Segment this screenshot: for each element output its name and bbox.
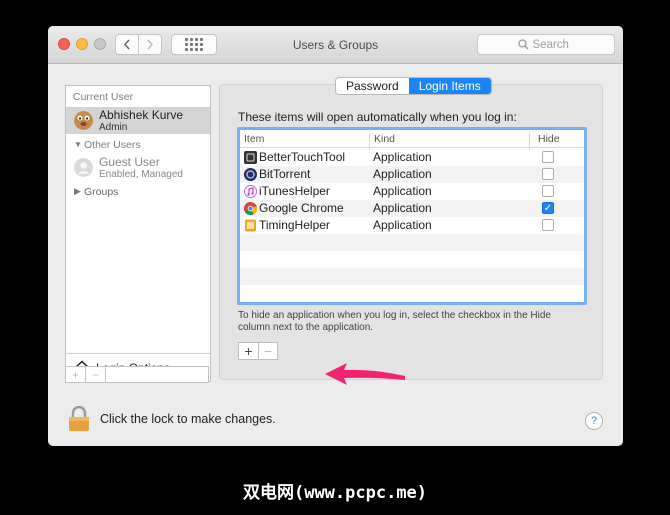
users-sidebar: Current User Abhishek Kurve Admin ▼ Othe… xyxy=(65,85,211,382)
app-name: TimingHelper xyxy=(259,218,330,232)
sidebar-item-current-user[interactable]: Abhishek Kurve Admin xyxy=(66,107,210,134)
app-name: Google Chrome xyxy=(259,201,344,215)
guest-user-name: Guest User xyxy=(99,155,160,169)
other-users-header: Other Users xyxy=(84,139,141,151)
table-row[interactable]: iTunesHelper Application xyxy=(240,183,584,200)
remove-login-item-button[interactable]: − xyxy=(258,343,277,359)
app-kind: Application xyxy=(373,167,432,181)
column-header-hide[interactable]: Hide xyxy=(538,133,560,145)
app-kind: Application xyxy=(373,201,432,215)
column-header-kind[interactable]: Kind xyxy=(374,133,395,145)
guest-avatar-icon xyxy=(74,158,93,177)
lock-row: Click the lock to make changes. xyxy=(68,406,276,432)
tab-login-items[interactable]: Login Items xyxy=(408,78,491,94)
tab-bar: Password Login Items xyxy=(335,77,492,95)
disclosure-closed-icon[interactable]: ▶ xyxy=(74,186,81,197)
avatar xyxy=(74,111,93,130)
hide-hint-text: To hide an application when you log in, … xyxy=(238,310,551,333)
table-row[interactable]: Google Chrome Application ✓ xyxy=(240,200,584,217)
current-user-header: Current User xyxy=(73,91,134,103)
current-user-name: Abhishek Kurve xyxy=(99,108,184,122)
add-login-item-button[interactable]: + xyxy=(239,343,258,359)
groups-header[interactable]: Groups xyxy=(84,186,118,198)
app-name: iTunesHelper xyxy=(259,184,330,198)
lock-icon[interactable] xyxy=(68,406,90,432)
app-kind: Application xyxy=(373,150,432,164)
bettertouchtool-icon xyxy=(244,151,257,164)
bittorrent-icon xyxy=(244,168,257,181)
app-name: BitTorrent xyxy=(259,167,311,181)
users-groups-window: Users & Groups Current User Abhishek Kur… xyxy=(48,26,623,446)
table-header: Item Kind Hide xyxy=(240,130,584,150)
app-name: BetterTouchTool xyxy=(259,150,346,164)
hide-checkbox[interactable] xyxy=(542,168,554,180)
table-row[interactable]: TimingHelper Application xyxy=(240,217,584,234)
itunes-icon xyxy=(244,185,257,198)
app-kind: Application xyxy=(373,184,432,198)
disclosure-open-icon[interactable]: ▼ xyxy=(74,140,82,149)
login-items-table[interactable]: Item Kind Hide BetterTouchTool Applicati… xyxy=(237,127,587,305)
hide-checkbox[interactable] xyxy=(542,219,554,231)
guest-user-status: Enabled, Managed xyxy=(99,169,183,180)
app-kind: Application xyxy=(373,218,432,232)
login-items-add-remove: + − xyxy=(238,342,278,360)
watermark-text: 双电网(www.pcpc.me) xyxy=(242,483,428,503)
column-header-item[interactable]: Item xyxy=(244,133,264,145)
remove-user-button[interactable]: − xyxy=(86,367,106,382)
login-items-intro: These items will open automatically when… xyxy=(238,110,517,124)
search-icon xyxy=(517,39,528,50)
hide-checkbox-checked[interactable]: ✓ xyxy=(542,202,554,214)
table-row[interactable]: BetterTouchTool Application xyxy=(240,149,584,166)
tab-password[interactable]: Password xyxy=(336,78,409,94)
sidebar-item-guest-user[interactable]: Guest User Enabled, Managed xyxy=(66,154,210,182)
hide-checkbox[interactable] xyxy=(542,151,554,163)
hide-checkbox[interactable] xyxy=(542,185,554,197)
titlebar: Users & Groups xyxy=(48,26,623,64)
annotation-arrow-icon xyxy=(325,363,405,385)
sidebar-add-remove-bar: + − xyxy=(65,366,209,383)
current-user-role: Admin xyxy=(99,122,128,133)
table-row[interactable]: BitTorrent Application xyxy=(240,166,584,183)
help-button[interactable]: ? xyxy=(585,412,603,430)
search-field[interactable] xyxy=(477,34,615,55)
chrome-icon xyxy=(244,202,257,215)
timing-icon xyxy=(245,219,256,232)
search-input[interactable] xyxy=(532,38,575,51)
add-user-button[interactable]: + xyxy=(66,367,86,382)
lock-text: Click the lock to make changes. xyxy=(100,412,276,426)
